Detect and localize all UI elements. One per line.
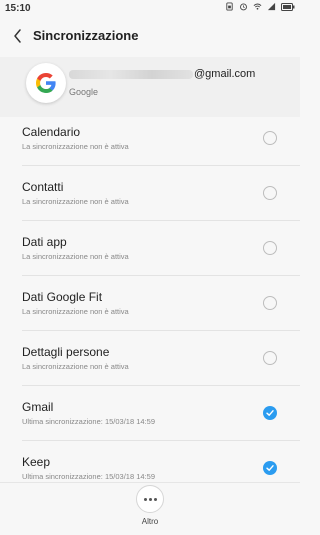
more-dots-icon[interactable] [136, 485, 164, 513]
account-email: @gmail.com [194, 68, 256, 80]
sync-toggle-checked[interactable] [263, 406, 277, 420]
header: Sincronizzazione [0, 20, 300, 54]
sync-item-dati-google-fit[interactable]: Dati Google Fit La sincronizzazione non … [0, 276, 300, 331]
sync-toggle[interactable] [263, 131, 277, 145]
sync-item-status: La sincronizzazione non è attiva [22, 362, 129, 371]
sync-toggle[interactable] [263, 296, 277, 310]
sync-item-status: Ultima sincronizzazione: 15/03/18 14:59 [22, 417, 155, 426]
check-icon [266, 410, 274, 416]
sync-item-gmail[interactable]: Gmail Ultima sincronizzazione: 15/03/18 … [0, 386, 300, 441]
page-title: Sincronizzazione [33, 28, 139, 43]
status-time: 15:10 [5, 3, 31, 14]
bottom-bar: Altro [0, 482, 300, 535]
check-icon [266, 465, 274, 471]
sync-item-name: Dati Google Fit [22, 290, 103, 304]
wifi-icon [253, 2, 262, 14]
signal-icon [267, 2, 276, 14]
sync-toggle[interactable] [263, 351, 277, 365]
sync-item-name: Dettagli persone [22, 345, 110, 359]
sync-item-dati-app[interactable]: Dati app La sincronizzazione non è attiv… [0, 221, 300, 276]
sync-item-status: La sincronizzazione non è attiva [22, 307, 129, 316]
sync-item-contatti[interactable]: Contatti La sincronizzazione non è attiv… [0, 166, 300, 221]
sync-item-status: La sincronizzazione non è attiva [22, 197, 129, 206]
sim-icon [225, 2, 234, 14]
sync-item-name: Contatti [22, 180, 64, 194]
sync-toggle[interactable] [263, 241, 277, 255]
alarm-icon [239, 2, 248, 14]
sync-item-status: La sincronizzazione non è attiva [22, 142, 129, 151]
more-label[interactable]: Altro [0, 517, 300, 526]
sync-item-dettagli-persone[interactable]: Dettagli persone La sincronizzazione non… [0, 331, 300, 386]
account-provider: Google [69, 87, 99, 97]
sync-item-calendario[interactable]: Calendario La sincronizzazione non è att… [0, 111, 300, 166]
sync-toggle[interactable] [263, 186, 277, 200]
chevron-left-icon[interactable] [10, 26, 28, 46]
sync-item-name: Dati app [22, 235, 67, 249]
sync-item-name: Calendario [22, 125, 81, 139]
status-icons [225, 2, 295, 14]
status-bar: 15:10 [0, 0, 300, 18]
sync-toggle-checked[interactable] [263, 461, 277, 475]
sync-item-name: Gmail [22, 400, 54, 414]
sync-item-status: Ultima sincronizzazione: 15/03/18 14:59 [22, 472, 155, 481]
google-logo-icon [26, 63, 66, 103]
sync-item-name: Keep [22, 455, 51, 469]
account-header: @gmail.com Google [0, 57, 300, 117]
email-redacted [69, 70, 193, 79]
sync-item-status: La sincronizzazione non è attiva [22, 252, 129, 261]
battery-icon [281, 2, 295, 14]
